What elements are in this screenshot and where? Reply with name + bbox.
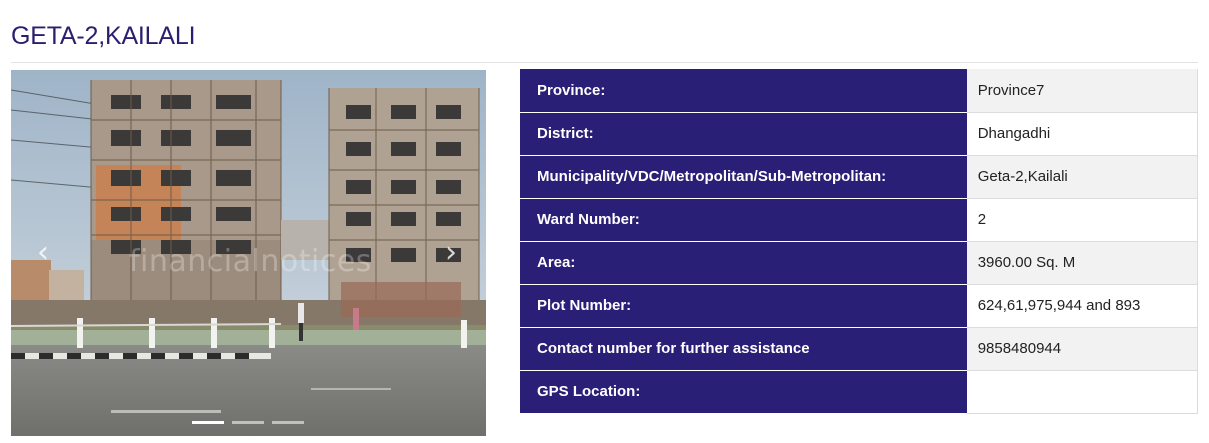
gps-location-value — [966, 370, 1198, 414]
municipality-value: Geta-2,Kailali — [966, 155, 1198, 199]
carousel-indicators — [192, 421, 304, 424]
province-value: Province7 — [966, 69, 1198, 113]
table-row: Contact number for further assistance 98… — [520, 327, 1198, 371]
ward-number-value: 2 — [966, 198, 1198, 242]
table-row: Area: 3960.00 Sq. M — [520, 241, 1198, 285]
district-value: Dhangadhi — [966, 112, 1198, 156]
table-row: District: Dhangadhi — [520, 112, 1198, 156]
title-divider — [11, 62, 1198, 63]
province-label: Province: — [520, 69, 967, 113]
district-label: District: — [520, 112, 967, 156]
plot-number-value: 624,61,975,944 and 893 — [966, 284, 1198, 328]
table-row: Municipality/VDC/Metropolitan/Sub-Metrop… — [520, 155, 1198, 199]
contact-number-label: Contact number for further assistance — [520, 327, 967, 371]
table-row: GPS Location: — [520, 370, 1198, 414]
image-carousel[interactable]: financialnotices — [11, 70, 486, 436]
carousel-indicator-1[interactable] — [192, 421, 224, 424]
page-title: GETA-2,KAILALI — [11, 22, 196, 50]
contact-number-value: 9858480944 — [966, 327, 1198, 371]
table-row: Ward Number: 2 — [520, 198, 1198, 242]
watermark-text: financialnotices — [129, 244, 372, 279]
area-label: Area: — [520, 241, 967, 285]
table-row: Plot Number: 624,61,975,944 and 893 — [520, 284, 1198, 328]
carousel-indicator-2[interactable] — [232, 421, 264, 424]
carousel-next-icon[interactable]: › — [436, 238, 466, 268]
area-value: 3960.00 Sq. M — [966, 241, 1198, 285]
table-row: Province: Province7 — [520, 69, 1198, 113]
plot-number-label: Plot Number: — [520, 284, 967, 328]
carousel-prev-icon[interactable]: ‹ — [28, 238, 58, 268]
municipality-label: Municipality/VDC/Metropolitan/Sub-Metrop… — [520, 155, 967, 199]
ward-number-label: Ward Number: — [520, 198, 967, 242]
carousel-indicator-3[interactable] — [272, 421, 304, 424]
gps-location-label: GPS Location: — [520, 370, 967, 414]
property-details-table: Province: Province7 District: Dhangadhi … — [520, 69, 1198, 414]
